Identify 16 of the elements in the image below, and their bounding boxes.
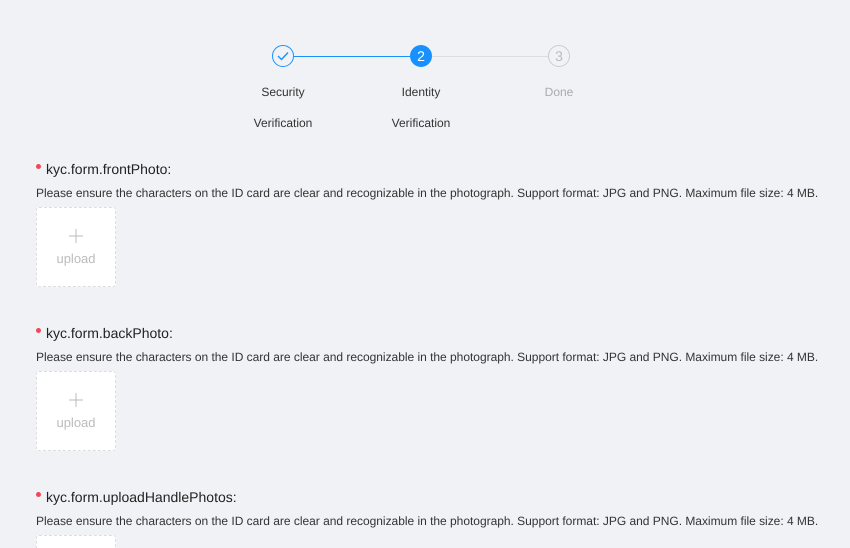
step-title: Done: [544, 84, 574, 101]
step-number: 3: [548, 45, 570, 67]
plus-icon: [69, 228, 83, 242]
help-text: Please ensure the characters on the ID card are clear and recognizable in the photograph. Support format: JPG and PNG. Maximum file size: 4 MB.: [36, 350, 820, 364]
field-label: kyc.form.frontPhoto:: [46, 161, 172, 177]
field-label: kyc.form.uploadHandlePhotos:: [46, 489, 237, 505]
step-title: Identity Verification: [390, 84, 452, 132]
check-icon: [272, 45, 294, 67]
help-text: Please ensure the characters on the ID card are clear and recognizable in the photograph. Support format: JPG and PNG. Maximum file size: 4 MB.: [36, 514, 820, 528]
step-title: Security Verification: [252, 84, 314, 132]
upload-button[interactable]: upload: [36, 207, 116, 287]
step-number: 2: [410, 45, 432, 67]
field-label: kyc.form.backPhoto:: [46, 325, 173, 341]
help-text: Please ensure the characters on the ID card are clear and recognizable in the photograph. Support format: JPG and PNG. Maximum file size: 4 MB.: [36, 186, 820, 200]
upload-button[interactable]: upload: [36, 371, 116, 451]
plus-icon: [69, 392, 83, 406]
